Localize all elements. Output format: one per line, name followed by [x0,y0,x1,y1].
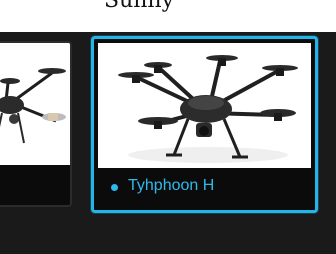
drone-card-selected[interactable]: Tyhphoon H [91,36,318,213]
drone-caption: Tyhphoon H [94,168,315,210]
header-fragment: Sunny [104,0,175,13]
status-dot-icon [111,184,118,191]
drone-thumbnail [98,43,311,168]
drone-icon [98,43,311,168]
drone-caption [0,165,70,205]
drone-thumbnail [0,43,70,165]
drone-name: Tyhphoon H [128,177,215,194]
drone-card-previous[interactable] [0,41,72,207]
drone-icon [0,43,70,165]
top-strip: Sunny [0,0,336,32]
